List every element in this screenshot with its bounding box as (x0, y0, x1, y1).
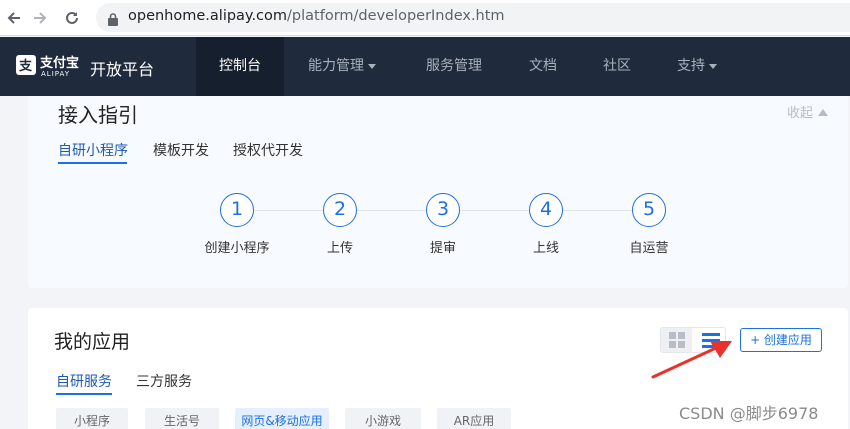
annotation-arrow-icon (651, 341, 732, 379)
svg-text:支: 支 (18, 58, 33, 74)
platform-title[interactable]: 开放平台 (90, 56, 154, 80)
address-bar[interactable]: openhome.alipay.com/platform/developerIn… (96, 3, 850, 32)
collapse-label: 收起 (786, 106, 813, 121)
nav-capability[interactable]: 能力管理 (296, 37, 388, 96)
url-path: /platform/developerIndex.htm (287, 8, 505, 24)
access-guide-card: 接入指引 收起 自研小程序 模板开发 授权代开发 1 2 3 4 5 创建小程序… (28, 96, 848, 288)
logo-text: 支付宝 (40, 56, 80, 71)
nav-console[interactable]: 控制台 (196, 37, 284, 96)
collapse-button[interactable]: 收起 (787, 102, 828, 121)
tab-authorized-dev[interactable]: 授权代开发 (233, 140, 303, 160)
category-miniapp[interactable]: 小程序 (56, 408, 128, 429)
active-tab-indicator (58, 162, 127, 164)
tab-self-service[interactable]: 自研服务 (56, 371, 112, 391)
nav-community[interactable]: 社区 (588, 37, 646, 96)
category-web-mobile[interactable]: 网页&移动应用 (235, 408, 329, 429)
guide-title: 接入指引 (58, 103, 138, 127)
nav-label: 能力管理 (308, 58, 364, 74)
category-ar[interactable]: AR应用 (437, 408, 511, 429)
step-number: 1 (220, 193, 254, 227)
caret-up-icon (818, 109, 828, 116)
step-label: 上线 (532, 241, 559, 256)
step-number: 3 (426, 193, 460, 227)
nav-service[interactable]: 服务管理 (412, 37, 496, 96)
category-minigame[interactable]: 小游戏 (345, 408, 421, 429)
nav-support[interactable]: 支持 (664, 37, 730, 96)
nav-label: 文档 (529, 58, 557, 74)
apps-title: 我的应用 (54, 331, 131, 353)
tab-third-party[interactable]: 三方服务 (136, 371, 192, 391)
tab-template-dev[interactable]: 模板开发 (153, 140, 209, 160)
nav-label: 支持 (677, 58, 705, 74)
browser-toolbar: openhome.alipay.com/platform/developerIn… (0, 0, 850, 36)
top-navigation: 支 支付宝 ALIPAY 开放平台 控制台 能力管理 服务管理 文档 社区 支持 (0, 37, 850, 96)
tab-self-miniapp[interactable]: 自研小程序 (58, 140, 128, 160)
step-label: 上传 (326, 241, 353, 256)
logo-subtext: ALIPAY (41, 70, 71, 78)
nav-label: 服务管理 (426, 58, 482, 74)
alipay-logo-icon[interactable]: 支 (16, 55, 36, 75)
forward-icon[interactable] (30, 8, 50, 28)
active-tab-indicator (56, 393, 112, 395)
step-number: 4 (529, 193, 563, 227)
step-label: 创建小程序 (204, 241, 270, 256)
nav-label: 社区 (603, 58, 631, 74)
reload-icon[interactable] (62, 8, 82, 28)
back-icon[interactable] (4, 8, 24, 28)
lock-icon (108, 11, 118, 30)
step-number: 5 (632, 193, 666, 227)
caret-down-icon (709, 63, 717, 69)
caret-down-icon (368, 63, 376, 69)
step-number: 2 (323, 193, 357, 227)
url-domain: openhome.alipay.com (128, 8, 288, 24)
category-lifestyle[interactable]: 生活号 (145, 408, 219, 429)
watermark: CSDN @脚步6978 (679, 404, 819, 423)
nav-docs[interactable]: 文档 (514, 37, 572, 96)
url-text: openhome.alipay.com/platform/developerIn… (128, 8, 505, 24)
create-app-button[interactable]: + 创建应用 (740, 328, 822, 352)
step-label: 自运营 (629, 241, 669, 256)
step-label: 提审 (429, 241, 456, 256)
nav-label: 控制台 (219, 58, 261, 74)
